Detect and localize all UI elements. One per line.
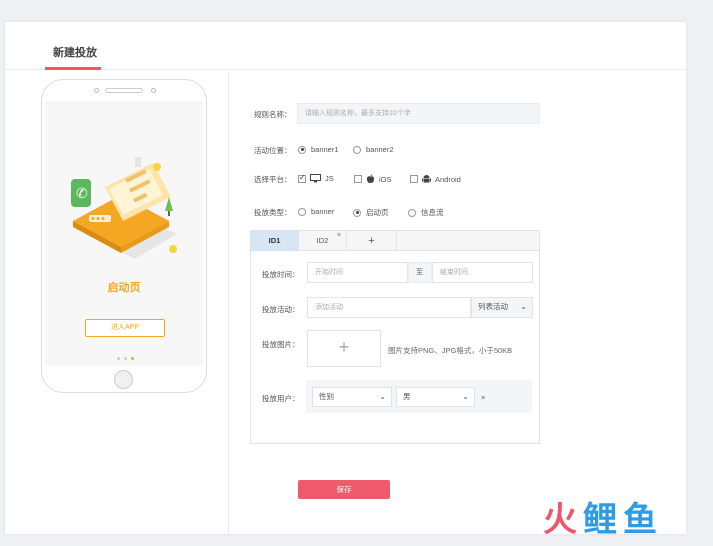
rule-name-input[interactable]: 请输入规则名称，最多支持10个字 bbox=[297, 103, 540, 124]
watermark-char: 鱼 bbox=[623, 500, 657, 540]
tab-bar: ID1 ID2 × + bbox=[251, 231, 539, 251]
enter-app-button[interactable]: 进入APP bbox=[85, 319, 165, 337]
radio-label: 启动页 bbox=[366, 208, 389, 217]
type-radio-feed[interactable]: 信息流 bbox=[408, 207, 444, 218]
remove-user-filter-icon[interactable]: × bbox=[481, 393, 485, 402]
phone-sensor bbox=[151, 88, 156, 93]
vertical-divider bbox=[228, 71, 229, 534]
image-label: 投放图片： bbox=[262, 340, 300, 349]
add-tab-button[interactable]: + bbox=[347, 231, 397, 251]
phone-home-button bbox=[114, 370, 133, 389]
save-button[interactable]: 保存 bbox=[298, 480, 390, 499]
checkbox-label: Android bbox=[435, 174, 461, 184]
platform-check-js[interactable]: JS bbox=[298, 173, 334, 183]
end-time-input[interactable]: 结束时间 bbox=[432, 262, 533, 283]
page-dot bbox=[124, 357, 127, 360]
tab-id2[interactable]: ID2 × bbox=[299, 231, 347, 251]
select-label: 男 bbox=[403, 392, 411, 401]
page-dot-active bbox=[131, 357, 134, 360]
image-hint: 图片支持PNG、JPG格式，小于50KB bbox=[388, 346, 513, 355]
android-icon bbox=[422, 175, 431, 183]
position-label: 活动位置： bbox=[254, 146, 292, 155]
checkbox[interactable] bbox=[410, 175, 418, 183]
users-label: 投放用户： bbox=[262, 394, 300, 403]
type-radio-banner[interactable]: banner bbox=[298, 207, 334, 216]
close-icon[interactable]: × bbox=[337, 226, 341, 246]
checkbox-label: JS bbox=[325, 174, 334, 183]
gender-value-select[interactable]: 男 ⌄ bbox=[396, 387, 475, 407]
position-radio-banner1[interactable]: banner1 bbox=[298, 145, 339, 154]
phone-camera bbox=[94, 88, 99, 93]
select-label: 列表活动 bbox=[478, 302, 508, 311]
radio-circle[interactable] bbox=[298, 145, 306, 154]
launch-illustration-icon: ✆ bbox=[71, 157, 177, 259]
tab-id1[interactable]: ID1 bbox=[251, 231, 299, 251]
platform-check-ios[interactable]: iOS bbox=[354, 174, 392, 184]
checkbox[interactable] bbox=[298, 173, 306, 183]
checkbox[interactable] bbox=[354, 175, 362, 183]
chevron-down-icon: ⌄ bbox=[379, 392, 386, 401]
chevron-down-icon: ⌄ bbox=[462, 392, 469, 401]
card-header: 新建投放 bbox=[5, 22, 686, 70]
svg-text:✆: ✆ bbox=[76, 186, 88, 202]
radio-circle[interactable] bbox=[353, 145, 361, 154]
image-upload-button[interactable]: + bbox=[307, 330, 381, 367]
type-label: 投放类型： bbox=[254, 208, 292, 217]
watermark-char: 鲤 bbox=[583, 500, 617, 540]
radio-label: banner bbox=[311, 207, 335, 216]
gender-field-select[interactable]: 性别 ⌄ bbox=[312, 387, 392, 407]
page-dots bbox=[117, 357, 134, 360]
time-separator: 至 bbox=[408, 262, 432, 283]
radio-circle[interactable] bbox=[298, 207, 306, 216]
radio-circle[interactable] bbox=[408, 208, 416, 217]
page-title: 新建投放 bbox=[53, 47, 97, 59]
checkbox-label: iOS bbox=[379, 174, 392, 184]
tab-label: ID2 bbox=[316, 236, 329, 245]
position-radio-banner2[interactable]: banner2 bbox=[353, 145, 394, 154]
radio-label: banner2 bbox=[366, 145, 394, 154]
activity-input[interactable]: 添加活动 bbox=[307, 297, 471, 318]
watermark-logo: 火 鲤 鱼 bbox=[543, 500, 657, 540]
monitor-icon bbox=[310, 174, 321, 183]
select-label: 性别 bbox=[319, 392, 334, 401]
start-time-input[interactable]: 开始时间 bbox=[307, 262, 408, 283]
screen-title: 启动页 bbox=[107, 282, 141, 294]
type-radio-launch[interactable]: 启动页 bbox=[353, 207, 389, 218]
radio-label: 信息流 bbox=[421, 208, 444, 217]
rule-name-label: 规则名称： bbox=[254, 110, 292, 119]
title-underline bbox=[45, 67, 101, 70]
radio-circle[interactable] bbox=[353, 208, 361, 217]
watermark-char: 火 bbox=[543, 500, 577, 540]
activity-list-select[interactable]: 列表活动 ⌄ bbox=[471, 297, 533, 318]
phone-screen: ✆ 启动页 进入APP bbox=[45, 101, 203, 366]
time-label: 投放时间： bbox=[262, 270, 300, 279]
page-dot bbox=[117, 357, 120, 360]
phone-speaker bbox=[105, 88, 143, 93]
phone-preview: ✆ 启动页 进入APP bbox=[41, 79, 207, 393]
radio-label: banner1 bbox=[311, 145, 339, 154]
activity-label: 投放活动： bbox=[262, 305, 300, 314]
chevron-down-icon: ⌄ bbox=[520, 302, 527, 311]
platform-label: 选择平台： bbox=[254, 175, 292, 184]
apple-icon bbox=[366, 174, 375, 184]
platform-check-android[interactable]: Android bbox=[410, 174, 461, 184]
